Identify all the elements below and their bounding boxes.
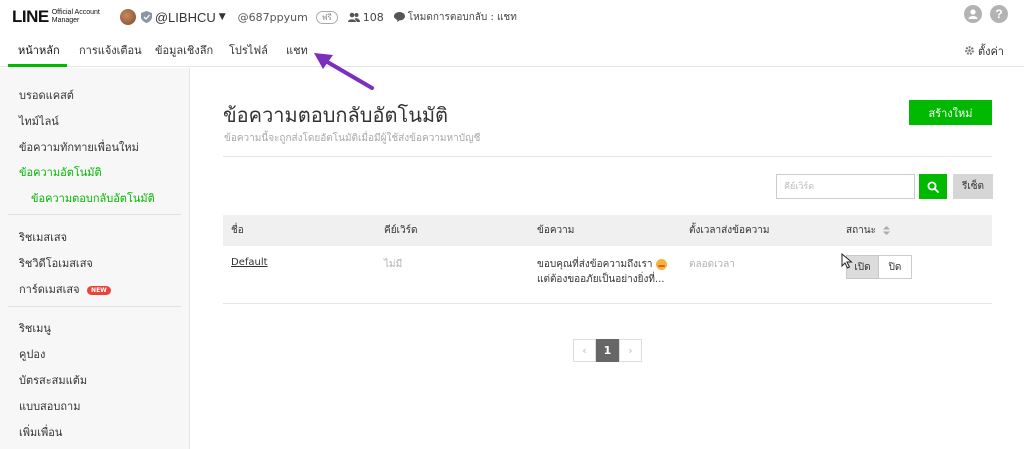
tab-chat[interactable]: แชท xyxy=(286,34,308,67)
main-nav: หน้าหลัก การแจ้งเตือน ข้อมูลเชิงลึก โปรไ… xyxy=(0,34,1024,67)
help-icon[interactable]: ? xyxy=(990,5,1008,23)
response-mode[interactable]: โหมดการตอบกลับ : แชท xyxy=(393,10,517,25)
prev-page-button[interactable]: ‹ xyxy=(573,339,596,362)
page-title: ข้อความตอบกลับอัตโนมัติ xyxy=(223,103,449,127)
account-avatar xyxy=(119,9,136,25)
friend-count-value: 108 xyxy=(362,10,384,24)
settings-link[interactable]: ตั้งค่า xyxy=(964,34,1004,67)
col-header-status[interactable]: สถานะ xyxy=(846,215,891,246)
emoji-icon xyxy=(655,258,667,270)
table-header: ชื่อ คีย์เวิร์ด ข้อความ ตั้งเวลาส่งข้อคว… xyxy=(223,215,992,246)
user-icon[interactable] xyxy=(964,5,982,23)
tab-profile[interactable]: โปรไฟล์ xyxy=(229,34,268,67)
content-divider xyxy=(223,156,992,157)
account-switcher[interactable]: @LIBHCU ▼ xyxy=(119,9,226,25)
settings-label: ตั้งค่า xyxy=(977,44,1004,58)
annotation-arrow xyxy=(314,53,374,90)
sidebar-item-reward-card[interactable]: บัตรสะสมแต้ม xyxy=(19,371,87,389)
sidebar-item-survey[interactable]: แบบสอบถาม xyxy=(19,397,80,415)
sidebar-item-coupon[interactable]: คูปอง xyxy=(19,345,45,363)
sidebar-item-auto-reply[interactable]: ข้อความตอบกลับอัตโนมัติ xyxy=(31,189,155,207)
chevron-down-icon[interactable]: ▼ xyxy=(219,12,226,22)
row-message: ขอบคุณที่ส่งข้อความถึงเรา แต่ต้องขออภัยเ… xyxy=(537,257,677,287)
reset-button[interactable]: รีเซ็ต xyxy=(953,174,993,199)
sidebar-item-rich-video[interactable]: ริชวิดีโอเมสเสจ xyxy=(19,254,93,272)
account-name: @LIBHCU xyxy=(154,9,216,25)
sidebar-item-timeline[interactable]: ไทม์ไลน์ xyxy=(19,112,59,130)
col-header-message: ข้อความ xyxy=(537,225,575,236)
mouse-cursor-icon xyxy=(841,253,853,269)
search-button[interactable] xyxy=(919,174,947,199)
tab-home[interactable]: หน้าหลัก xyxy=(18,34,60,67)
account-id: @687ppyum xyxy=(237,10,308,24)
tab-insights[interactable]: ข้อมูลเชิงลึก xyxy=(155,34,213,67)
friends-icon xyxy=(347,12,360,22)
sidebar-item-broadcast[interactable]: บรอดแคสต์ xyxy=(19,86,74,104)
row-name-link[interactable]: Default xyxy=(231,257,268,268)
status-off-button[interactable]: ปิด xyxy=(879,255,912,279)
col-header-keyword: คีย์เวิร์ด xyxy=(384,225,418,236)
keyword-search-input[interactable] xyxy=(776,174,915,199)
current-page[interactable]: 1 xyxy=(596,339,619,362)
logo-text: LINE xyxy=(12,7,49,26)
sidebar-item-card-message[interactable]: การ์ดเมสเสจ NEW xyxy=(19,280,111,298)
next-page-button[interactable]: › xyxy=(619,339,642,362)
top-header: LINE Official Account Manager @LIBHCU ▼ … xyxy=(0,0,1024,34)
sidebar-item-add-friends[interactable]: เพิ่มเพื่อน xyxy=(19,423,62,441)
active-tab-indicator xyxy=(8,64,67,67)
page-description: ข้อความนี้จะถูกส่งโดยอัตโนมัติเมื่อมีผู้… xyxy=(224,133,481,144)
sidebar: บรอดแคสต์ ไทม์ไลน์ ข้อความทักทายเพื่อนให… xyxy=(0,68,190,449)
col-header-schedule: ตั้งเวลาส่งข้อความ xyxy=(689,225,770,236)
sidebar-divider xyxy=(8,214,181,215)
gear-icon xyxy=(965,46,974,55)
logo-subtitle: Official Account Manager xyxy=(51,9,100,24)
new-badge: NEW xyxy=(87,285,111,295)
create-new-button[interactable]: สร้างใหม่ xyxy=(909,100,992,125)
status-toggle: เปิด ปิด xyxy=(846,255,912,279)
table-row: Default ไม่มี ขอบคุณที่ส่งข้อความถึงเรา … xyxy=(223,246,992,304)
sidebar-item-auto-message[interactable]: ข้อความอัตโนมัติ xyxy=(19,163,102,181)
line-oa-logo[interactable]: LINE Official Account Manager xyxy=(12,7,100,27)
friend-count[interactable]: 108 xyxy=(347,10,384,24)
row-keyword: ไม่มี xyxy=(384,259,403,270)
sort-icon xyxy=(883,225,891,235)
shield-icon xyxy=(140,11,152,23)
response-mode-label: โหมดการตอบกลับ : แชท xyxy=(407,11,517,23)
sidebar-item-greeting[interactable]: ข้อความทักทายเพื่อนใหม่ xyxy=(19,138,139,156)
plan-badge: ฟรี xyxy=(315,10,338,24)
col-header-name: ชื่อ xyxy=(231,225,244,236)
sidebar-item-rich-menu[interactable]: ริชเมนู xyxy=(19,319,51,337)
search-icon xyxy=(927,181,939,193)
sidebar-item-rich-message[interactable]: ริชเมสเสจ xyxy=(19,228,67,246)
tab-notifications[interactable]: การแจ้งเตือน xyxy=(79,34,142,67)
row-schedule: ตลอดเวลา xyxy=(689,259,735,270)
chat-bubble-icon xyxy=(393,12,405,22)
sidebar-divider xyxy=(8,306,181,307)
pagination: ‹ 1 › xyxy=(573,339,642,362)
